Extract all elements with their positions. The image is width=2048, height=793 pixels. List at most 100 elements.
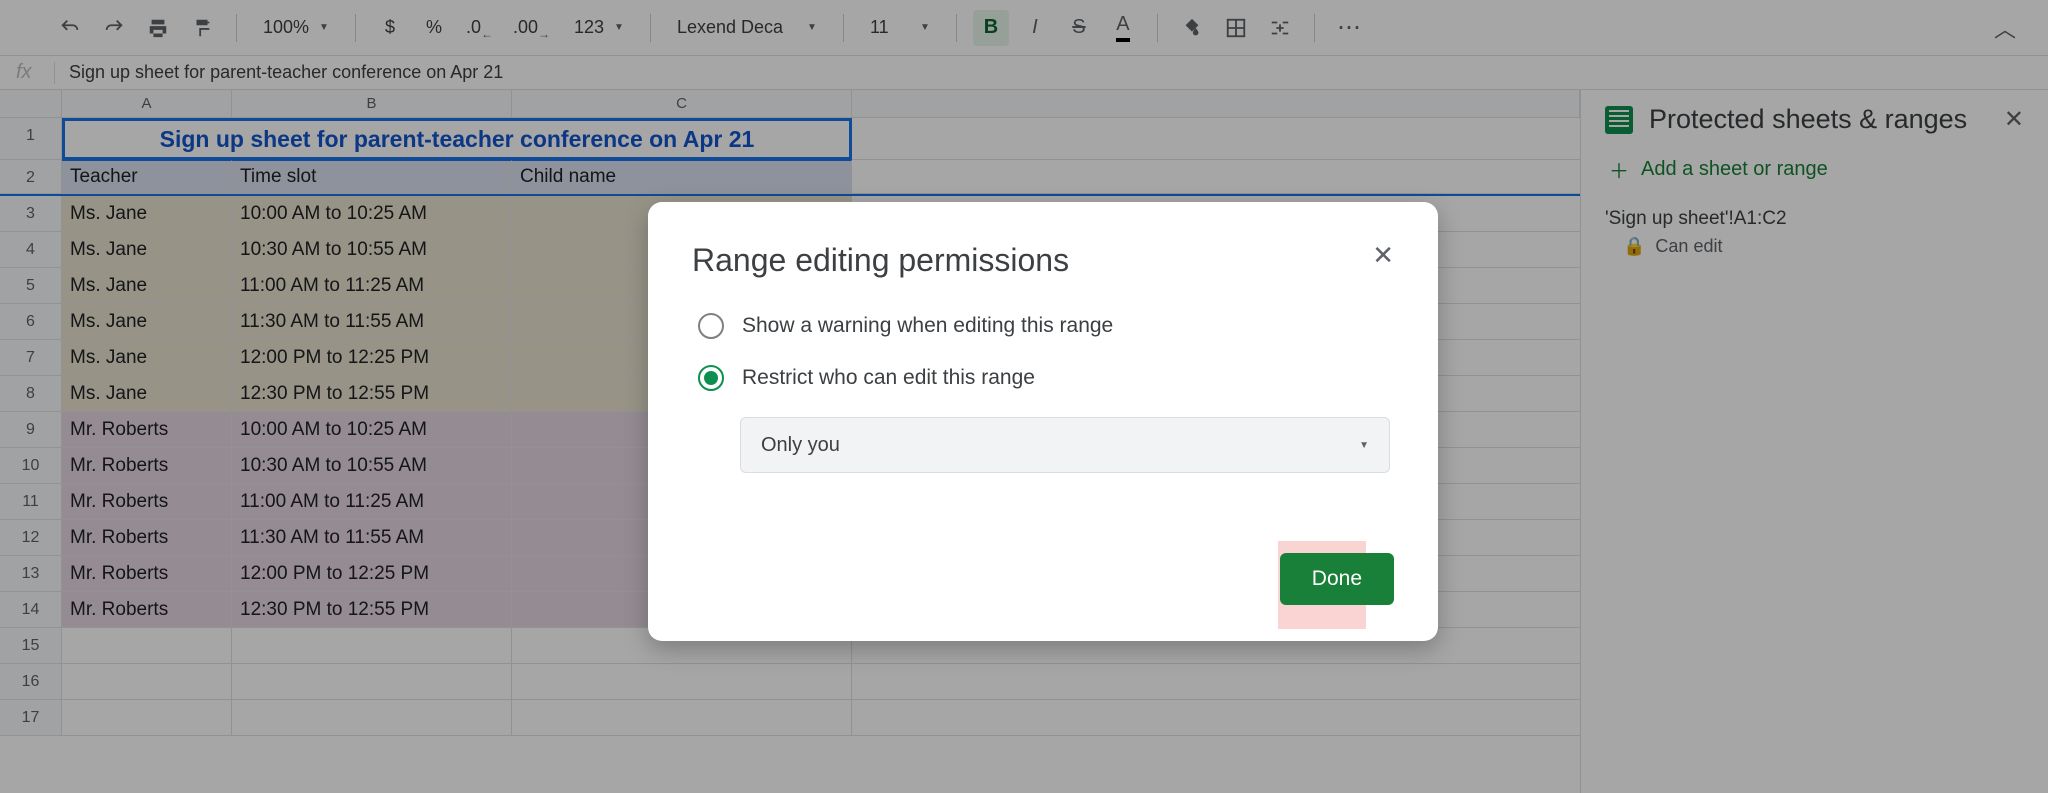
cell[interactable] <box>232 700 512 736</box>
cell[interactable] <box>232 664 512 700</box>
panel-title: Protected sheets & ranges <box>1649 104 1988 135</box>
paint-format-button[interactable] <box>184 10 220 46</box>
more-button[interactable]: ⋯ <box>1331 10 1369 46</box>
merge-button[interactable] <box>1262 10 1298 46</box>
zoom-dropdown[interactable]: 100%▼ <box>253 10 339 46</box>
percent-button[interactable]: % <box>416 10 452 46</box>
chevron-down-icon: ▼ <box>807 22 817 33</box>
row-header[interactable]: 14 <box>0 592 62 628</box>
cell[interactable] <box>232 628 512 664</box>
cell-timeslot[interactable]: 11:00 AM to 11:25 AM <box>232 484 512 520</box>
undo-button[interactable] <box>52 10 88 46</box>
option-restrict[interactable]: Restrict who can edit this range <box>692 365 1394 391</box>
cell-timeslot[interactable]: 10:30 AM to 10:55 AM <box>232 448 512 484</box>
dialog-close-button[interactable]: ✕ <box>1372 242 1394 268</box>
done-button[interactable]: Done <box>1280 553 1394 605</box>
chevron-down-icon: ▼ <box>319 22 329 33</box>
cell-teacher[interactable]: Ms. Jane <box>62 232 232 268</box>
cell-teacher[interactable]: Ms. Jane <box>62 196 232 232</box>
column-header-a[interactable]: A <box>62 90 232 118</box>
cell-timeslot[interactable]: 12:30 PM to 12:55 PM <box>232 592 512 628</box>
row-header[interactable]: 16 <box>0 664 62 700</box>
cell-teacher[interactable]: Mr. Roberts <box>62 484 232 520</box>
row-header[interactable]: 5 <box>0 268 62 304</box>
close-panel-button[interactable]: ✕ <box>2004 105 2024 134</box>
formula-bar[interactable]: fx Sign up sheet for parent-teacher conf… <box>0 56 2048 90</box>
chevron-down-icon: ▼ <box>614 22 624 33</box>
row-header[interactable]: 12 <box>0 520 62 556</box>
row-header[interactable]: 10 <box>0 448 62 484</box>
cell-teacher[interactable]: Ms. Jane <box>62 304 232 340</box>
cell[interactable] <box>62 664 232 700</box>
cell-timeslot[interactable]: 12:00 PM to 12:25 PM <box>232 340 512 376</box>
decrease-decimal-button[interactable]: .0← <box>460 10 499 46</box>
plus-icon: ＋ <box>1609 155 1629 184</box>
redo-button[interactable] <box>96 10 132 46</box>
cell-timeslot[interactable]: 10:00 AM to 10:25 AM <box>232 196 512 232</box>
cell-teacher[interactable]: Ms. Jane <box>62 340 232 376</box>
row-header[interactable]: 4 <box>0 232 62 268</box>
row-header[interactable]: 13 <box>0 556 62 592</box>
bold-button[interactable]: B <box>973 10 1009 46</box>
row-header[interactable]: 6 <box>0 304 62 340</box>
cell-timeslot[interactable]: 11:30 AM to 11:55 AM <box>232 304 512 340</box>
radio-icon <box>698 313 724 339</box>
row-header[interactable]: 1 <box>0 118 62 160</box>
cell-timeslot[interactable]: 11:00 AM to 11:25 AM <box>232 268 512 304</box>
fill-color-button[interactable] <box>1174 10 1210 46</box>
row-header[interactable]: 9 <box>0 412 62 448</box>
collapse-toolbar-button[interactable]: ︿ <box>1994 12 2024 44</box>
row-header[interactable]: 7 <box>0 340 62 376</box>
currency-button[interactable]: $ <box>372 10 408 46</box>
protected-ranges-panel: Protected sheets & ranges ✕ ＋ Add a shee… <box>1580 90 2048 793</box>
print-button[interactable] <box>140 10 176 46</box>
row-header[interactable]: 2 <box>0 160 62 194</box>
editor-dropdown[interactable]: Only you ▼ <box>740 417 1390 473</box>
cell[interactable] <box>62 700 232 736</box>
radio-icon-selected <box>698 365 724 391</box>
text-color-button[interactable]: A <box>1105 10 1141 46</box>
option-show-warning[interactable]: Show a warning when editing this range <box>692 313 1394 339</box>
cell-timeslot[interactable]: 10:00 AM to 10:25 AM <box>232 412 512 448</box>
cell-teacher[interactable]: Ms. Jane <box>62 268 232 304</box>
row-header[interactable]: 3 <box>0 196 62 232</box>
row-header[interactable]: 15 <box>0 628 62 664</box>
column-header-rest[interactable] <box>852 90 1580 118</box>
cell-teacher[interactable]: Mr. Roberts <box>62 520 232 556</box>
cell[interactable] <box>512 700 852 736</box>
cell[interactable] <box>62 628 232 664</box>
cell-timeslot[interactable]: 11:30 AM to 11:55 AM <box>232 520 512 556</box>
format-123-dropdown[interactable]: 123▼ <box>564 10 634 46</box>
add-sheet-range-button[interactable]: ＋ Add a sheet or range <box>1605 155 2024 184</box>
font-dropdown[interactable]: Lexend Deca▼ <box>667 10 827 46</box>
cell[interactable] <box>512 664 852 700</box>
protected-range-name[interactable]: 'Sign up sheet'!A1:C2 <box>1605 208 2024 230</box>
select-all-corner[interactable] <box>0 90 62 118</box>
cell-teacher[interactable]: Mr. Roberts <box>62 412 232 448</box>
header-timeslot[interactable]: Time slot <box>232 160 512 194</box>
increase-decimal-button[interactable]: .00→ <box>507 10 556 46</box>
toolbar: 100%▼ $ % .0← .00→ 123▼ Lexend Deca▼ 11▼… <box>0 0 2048 56</box>
row-header[interactable]: 8 <box>0 376 62 412</box>
row-header[interactable]: 11 <box>0 484 62 520</box>
header-childname[interactable]: Child name <box>512 160 852 194</box>
cell-teacher[interactable]: Mr. Roberts <box>62 592 232 628</box>
cell-teacher[interactable]: Ms. Jane <box>62 376 232 412</box>
cell-timeslot[interactable]: 10:30 AM to 10:55 AM <box>232 232 512 268</box>
row-header[interactable]: 17 <box>0 700 62 736</box>
column-header-c[interactable]: C <box>512 90 852 118</box>
cell-teacher[interactable]: Mr. Roberts <box>62 556 232 592</box>
range-permissions-dialog: Range editing permissions ✕ Show a warni… <box>648 202 1438 641</box>
formula-value[interactable]: Sign up sheet for parent-teacher confere… <box>69 62 503 83</box>
title-cell[interactable]: Sign up sheet for parent-teacher confere… <box>62 118 852 160</box>
column-header-b[interactable]: B <box>232 90 512 118</box>
cell-timeslot[interactable]: 12:00 PM to 12:25 PM <box>232 556 512 592</box>
italic-button[interactable]: I <box>1017 10 1053 46</box>
sheets-icon <box>1605 106 1633 134</box>
borders-button[interactable] <box>1218 10 1254 46</box>
cell-timeslot[interactable]: 12:30 PM to 12:55 PM <box>232 376 512 412</box>
header-teacher[interactable]: Teacher <box>62 160 232 194</box>
strike-button[interactable]: S <box>1061 10 1097 46</box>
font-size-dropdown[interactable]: 11▼ <box>860 10 940 46</box>
cell-teacher[interactable]: Mr. Roberts <box>62 448 232 484</box>
